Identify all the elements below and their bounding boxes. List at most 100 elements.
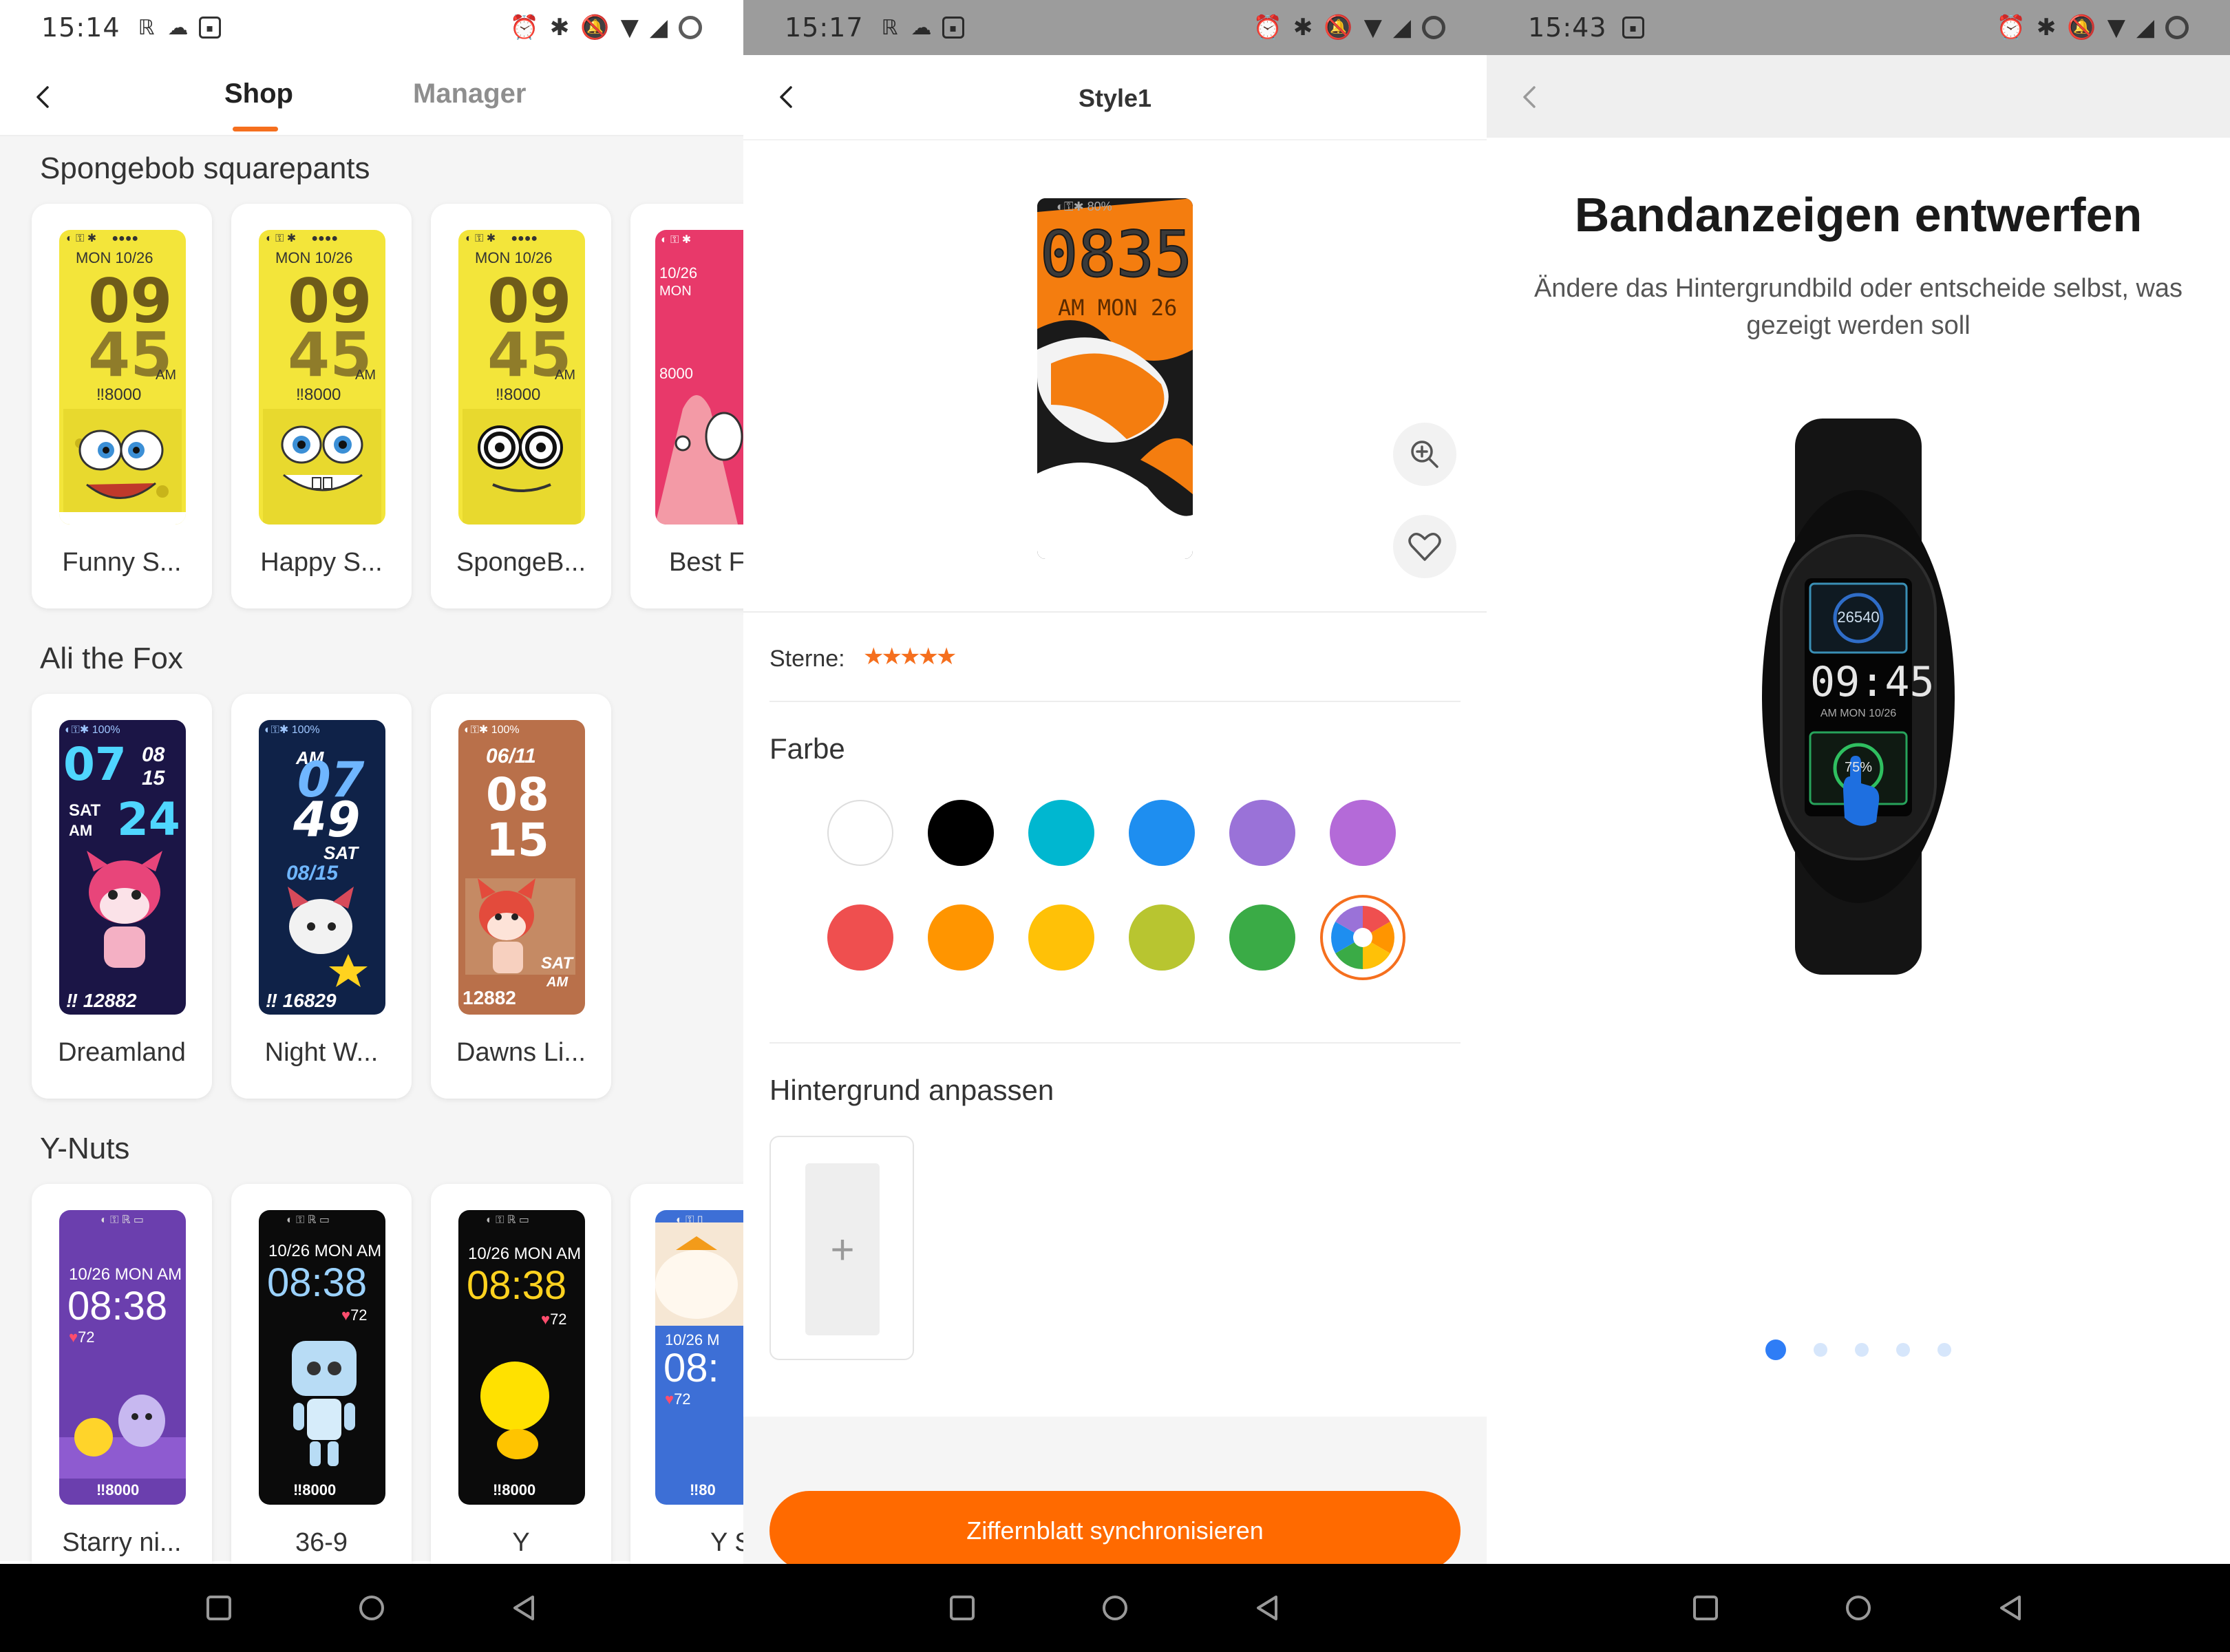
home-nav-button[interactable] [1843,1593,1873,1623]
watchface-card[interactable]: ◐⚿✱ 100% 06/11 08 15 SAT AM 12882 Dawns … [431,694,611,1099]
sync-watchface-button[interactable]: Ziffernblatt synchronisieren [769,1491,1461,1571]
signal-icon: ◢ [1392,14,1411,41]
face-status-icons: ◐ ⚿ ℝ ▭ [286,1214,330,1226]
back-nav-button[interactable] [509,1593,540,1623]
recents-nav-button[interactable] [204,1593,234,1623]
face-steps: ‼ 12882 [66,990,137,1011]
color-swatch-lime[interactable] [1129,904,1195,971]
color-swatch-blue[interactable] [1129,800,1195,866]
color-swatch-multicolor-selected[interactable] [1320,895,1405,980]
system-nav-bar [0,1564,743,1652]
face-ampm: AM [156,368,176,383]
divider [769,1042,1461,1044]
home-nav-button[interactable] [357,1593,387,1623]
watchface-card[interactable]: ◐ ⚿ ✱ ●●●● MON 10/26 09 45 AM ‼8000 [32,204,212,608]
watchface-card[interactable]: ◐ ⚿ ℝ ▭ 10/26 MON AM 08:38 ♥72 ‼8000 36-… [231,1184,412,1589]
zoom-button[interactable] [1393,423,1456,486]
spongebob-illustration [59,409,186,525]
face-date: 10/26 MON AM [69,1265,182,1284]
color-swatch-orange[interactable] [928,904,994,971]
face-ampm: AM [555,368,575,383]
tab-manager[interactable]: Manager [413,78,527,109]
watchface-name: Y St [710,1528,743,1557]
battery-icon [1422,16,1445,39]
watchface-card[interactable]: ◐⚿✱ 100% 07 08 15 SAT AM 24 ‼ 12882 Drea… [32,694,212,1099]
onboarding-header [1487,55,2230,138]
face-status-icons: ◐⚿✱ 100% [264,724,320,736]
watchface-card[interactable]: ◐ ⚿ ▯ 10/26 M 08: ♥72 ‼80 Y St [630,1184,743,1589]
tab-shop[interactable]: Shop [224,78,293,109]
face-heart-rate: ♥72 [665,1390,691,1408]
onboarding-subtitle: Ändere das Hintergrundbild oder entschei… [1533,274,2183,340]
back-nav-button[interactable] [1253,1593,1283,1623]
spongebob-illustration [463,409,581,525]
status-bar: 15:14 ℝ ☁ ▪ ⏰ ✱ 🔕 ▼ ◢ [0,0,743,55]
page-dot[interactable] [1896,1343,1910,1357]
face-steps: ‼8000 [96,1481,140,1499]
shop-screen: 15:14 ℝ ☁ ▪ ⏰ ✱ 🔕 ▼ ◢ Shop Manager Spong… [0,0,743,1652]
color-swatch-cyan[interactable] [1028,800,1094,866]
face-steps: ‼ 16829 [266,990,337,1011]
alarm-icon: ⏰ [509,14,539,41]
page-dot[interactable] [1937,1343,1951,1357]
color-swatch-purple[interactable] [1330,800,1396,866]
watchface-name: Y [512,1528,530,1557]
alarm-icon: ⏰ [1996,14,2026,41]
mute-icon: 🔕 [2067,14,2096,41]
face-heart-rate: ♥72 [341,1306,368,1324]
face-steps: ‼8000 [293,1481,337,1499]
watchface-detail-screen: 15:17 ℝ ☁ ▪ ⏰ ✱ 🔕 ▼ ◢ Style1 ◐⚿✱ 80% 083… [743,0,1487,1652]
watchface-card[interactable]: ◐ ⚿ ✱ ●●●● MON 10/26 09 45 AM ‼8000 Spon… [431,204,611,608]
color-swatch-black[interactable] [928,800,994,866]
notification-icon: ℝ [138,15,155,40]
wifi-icon: ▼ [620,14,639,41]
color-swatch-yellow[interactable] [1028,904,1094,971]
band-steps: 26540 [1837,608,1880,626]
face-day-num: 15 [142,767,165,790]
watchface-card[interactable]: ◐ ⚿ ✱ ●●●● MON 10/26 09 45 AM ‼8000 [231,204,412,608]
ynuts-illustration [59,1395,186,1479]
shop-content: Spongebob squarepants ◐ ⚿ ✱ ●●●● MON 10/… [0,136,743,1589]
add-background-button[interactable]: + [769,1136,914,1360]
color-swatch-green[interactable] [1229,904,1295,971]
back-button[interactable] [1506,73,1554,121]
color-swatch-white[interactable] [827,800,893,866]
preview-status-icons: ◐⚿✱ 80% [1056,200,1112,213]
color-section-label: Farbe [769,732,845,765]
watchface-preview: ◐⚿✱ 80% 0835 AM MON 26 ‼8000 [1037,198,1193,559]
watchface-preview: ◐ ⚿ ℝ ▭ 10/26 MON AM 08:38 ♥72 ‼8000 [59,1210,186,1505]
fox-illustration [288,887,368,987]
watchface-name: Best F [669,548,743,577]
face-date: 10/26 MON AM [268,1242,382,1260]
watchface-card[interactable]: ◐ ⚿ ℝ ▭ 10/26 MON AM 08:38 ♥72 ‼8000 Sta… [32,1184,212,1589]
band-battery: 75% [1844,760,1873,775]
watchface-card[interactable]: ◐ ⚿ ✱ 10/26 MON 8000 Best F [630,204,743,608]
heart-icon [1408,533,1441,561]
watchface-name: 36-9 [295,1528,348,1557]
page-dot[interactable] [1765,1339,1786,1360]
watchface-preview: ◐ ⚿ ✱ ●●●● MON 10/26 09 45 AM ‼8000 [59,230,186,525]
watchface-card[interactable]: ◐⚿✱ 100% AM 07 49 SAT 08/15 ‼ 16829 Nigh… [231,694,412,1099]
color-swatch-red[interactable] [827,904,893,971]
watchface-preview: ◐ ⚿ ✱ ●●●● MON 10/26 09 45 AM ‼8000 [458,230,585,525]
face-date: 10/26 [659,264,698,282]
home-nav-button[interactable] [1100,1593,1130,1623]
color-swatch-violet[interactable] [1229,800,1295,866]
page-dot[interactable] [1855,1343,1869,1357]
face-steps: ‼8000 [496,385,541,404]
divider [769,701,1461,702]
face-minute: 49 [293,792,361,848]
back-button[interactable] [19,73,67,121]
status-time: 15:14 [41,12,120,43]
watchface-card[interactable]: ◐ ⚿ ℝ ▭ 10/26 MON AM 08:38 ♥72 ‼8000 Y [431,1184,611,1589]
recents-nav-button[interactable] [1690,1593,1721,1623]
watchface-name: Dreamland [58,1038,186,1067]
recents-nav-button[interactable] [947,1593,977,1623]
duck-illustration [655,1222,743,1326]
battery-icon [2165,16,2189,39]
divider [743,611,1487,613]
back-nav-button[interactable] [1996,1593,2026,1623]
shop-header: Shop Manager [0,55,743,136]
favorite-button[interactable] [1393,515,1456,578]
page-dot[interactable] [1814,1343,1827,1357]
